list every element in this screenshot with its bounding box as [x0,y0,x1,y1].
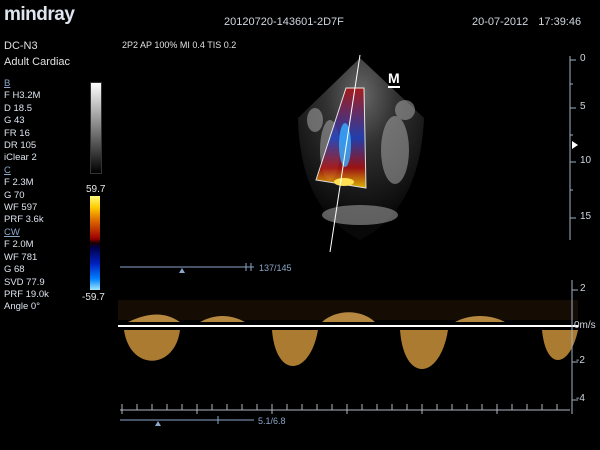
velocity-label-0: 0m/s [574,320,596,331]
focus-marker-icon[interactable] [572,141,578,149]
depth-label-0: 0 [580,53,586,64]
time-ruler-ticks [121,404,573,414]
gate-marker-icon [179,268,185,273]
velocity-label-2: 2 [580,283,586,294]
sweep-readout: 5.1/6.8 [258,416,286,426]
sweep-marker-icon [155,421,161,426]
sweep-bar[interactable] [120,416,254,424]
depth-label-10: 10 [580,155,592,166]
gate-bar[interactable] [120,263,254,271]
depth-label-5: 5 [580,101,586,112]
doppler-spectrum [118,300,578,370]
orientation-marker: M [388,70,400,88]
ultrasound-image [118,54,578,426]
depth-label-15: 15 [580,211,592,222]
gate-readout: 137/145 [259,263,292,273]
velocity-label-neg4: -4 [576,393,585,404]
velocity-label-neg2: -2 [576,355,585,366]
